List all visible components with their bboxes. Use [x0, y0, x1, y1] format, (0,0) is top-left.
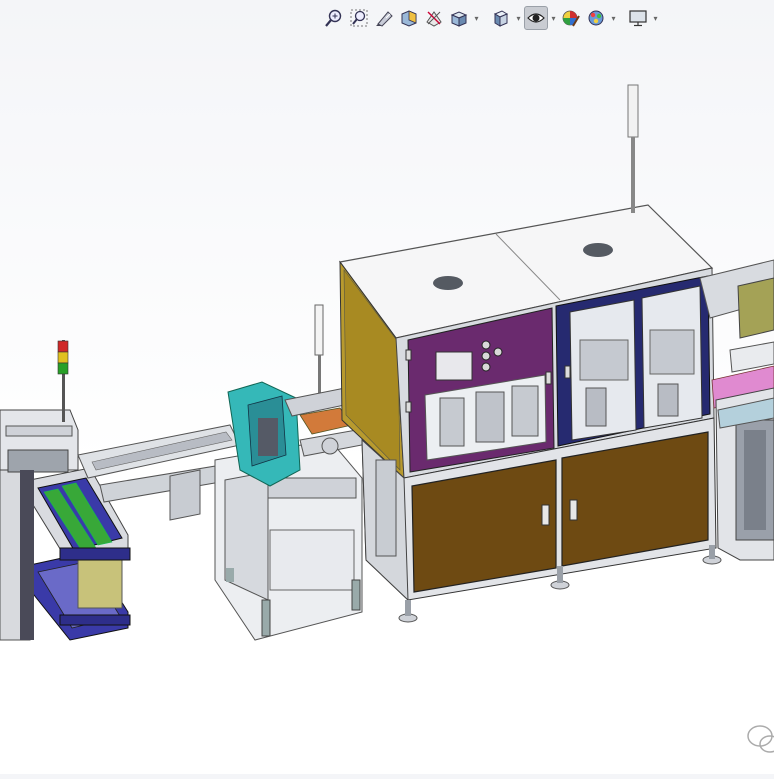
display-style-dropdown[interactable]: ▾ [514, 6, 523, 30]
dynamic-annotation-icon [426, 11, 442, 27]
hide-show-items-dropdown[interactable]: ▾ [549, 6, 558, 30]
apply-scene-button[interactable] [584, 6, 608, 30]
hide-show-items-button[interactable] [524, 6, 548, 30]
display-style-button[interactable] [489, 6, 513, 30]
wechat-icon [747, 725, 774, 753]
tower-light-yellow [57, 351, 69, 364]
previous-view-button[interactable] [372, 6, 396, 30]
previous-view-icon [376, 11, 393, 27]
section-view-button[interactable] [397, 6, 421, 30]
olive-block [77, 559, 123, 609]
heads-up-view-toolbar: ▾ ▾ ▾ ▾ ▾ [322, 4, 660, 32]
monitor-icon [629, 10, 647, 27]
apply-scene-dropdown[interactable]: ▾ [609, 6, 618, 30]
apply-scene-icon [588, 10, 604, 26]
display-style-icon [493, 10, 509, 27]
hmi-screen [435, 351, 473, 381]
zoom-to-fit-icon [325, 9, 342, 27]
main-machine [338, 84, 722, 623]
eye-icon [527, 13, 545, 23]
zoom-to-fit-button[interactable] [322, 6, 346, 30]
section-view-icon [401, 10, 417, 27]
edit-appearance-icon [562, 10, 580, 27]
zoom-to-area-button[interactable] [347, 6, 371, 30]
assembly-model [0, 84, 774, 753]
3d-viewport[interactable] [0, 0, 774, 774]
zoom-to-area-icon [350, 9, 368, 27]
view-settings-button[interactable] [626, 6, 650, 30]
tower-light-red [57, 340, 69, 353]
edit-appearance-button[interactable] [559, 6, 583, 30]
view-settings-dropdown[interactable]: ▾ [651, 6, 660, 30]
view-orientation-icon [450, 11, 468, 27]
dynamic-annotation-button[interactable] [422, 6, 446, 30]
tower-light-green [57, 362, 69, 375]
view-orientation-button[interactable] [447, 6, 471, 30]
view-orientation-dropdown[interactable]: ▾ [472, 6, 481, 30]
